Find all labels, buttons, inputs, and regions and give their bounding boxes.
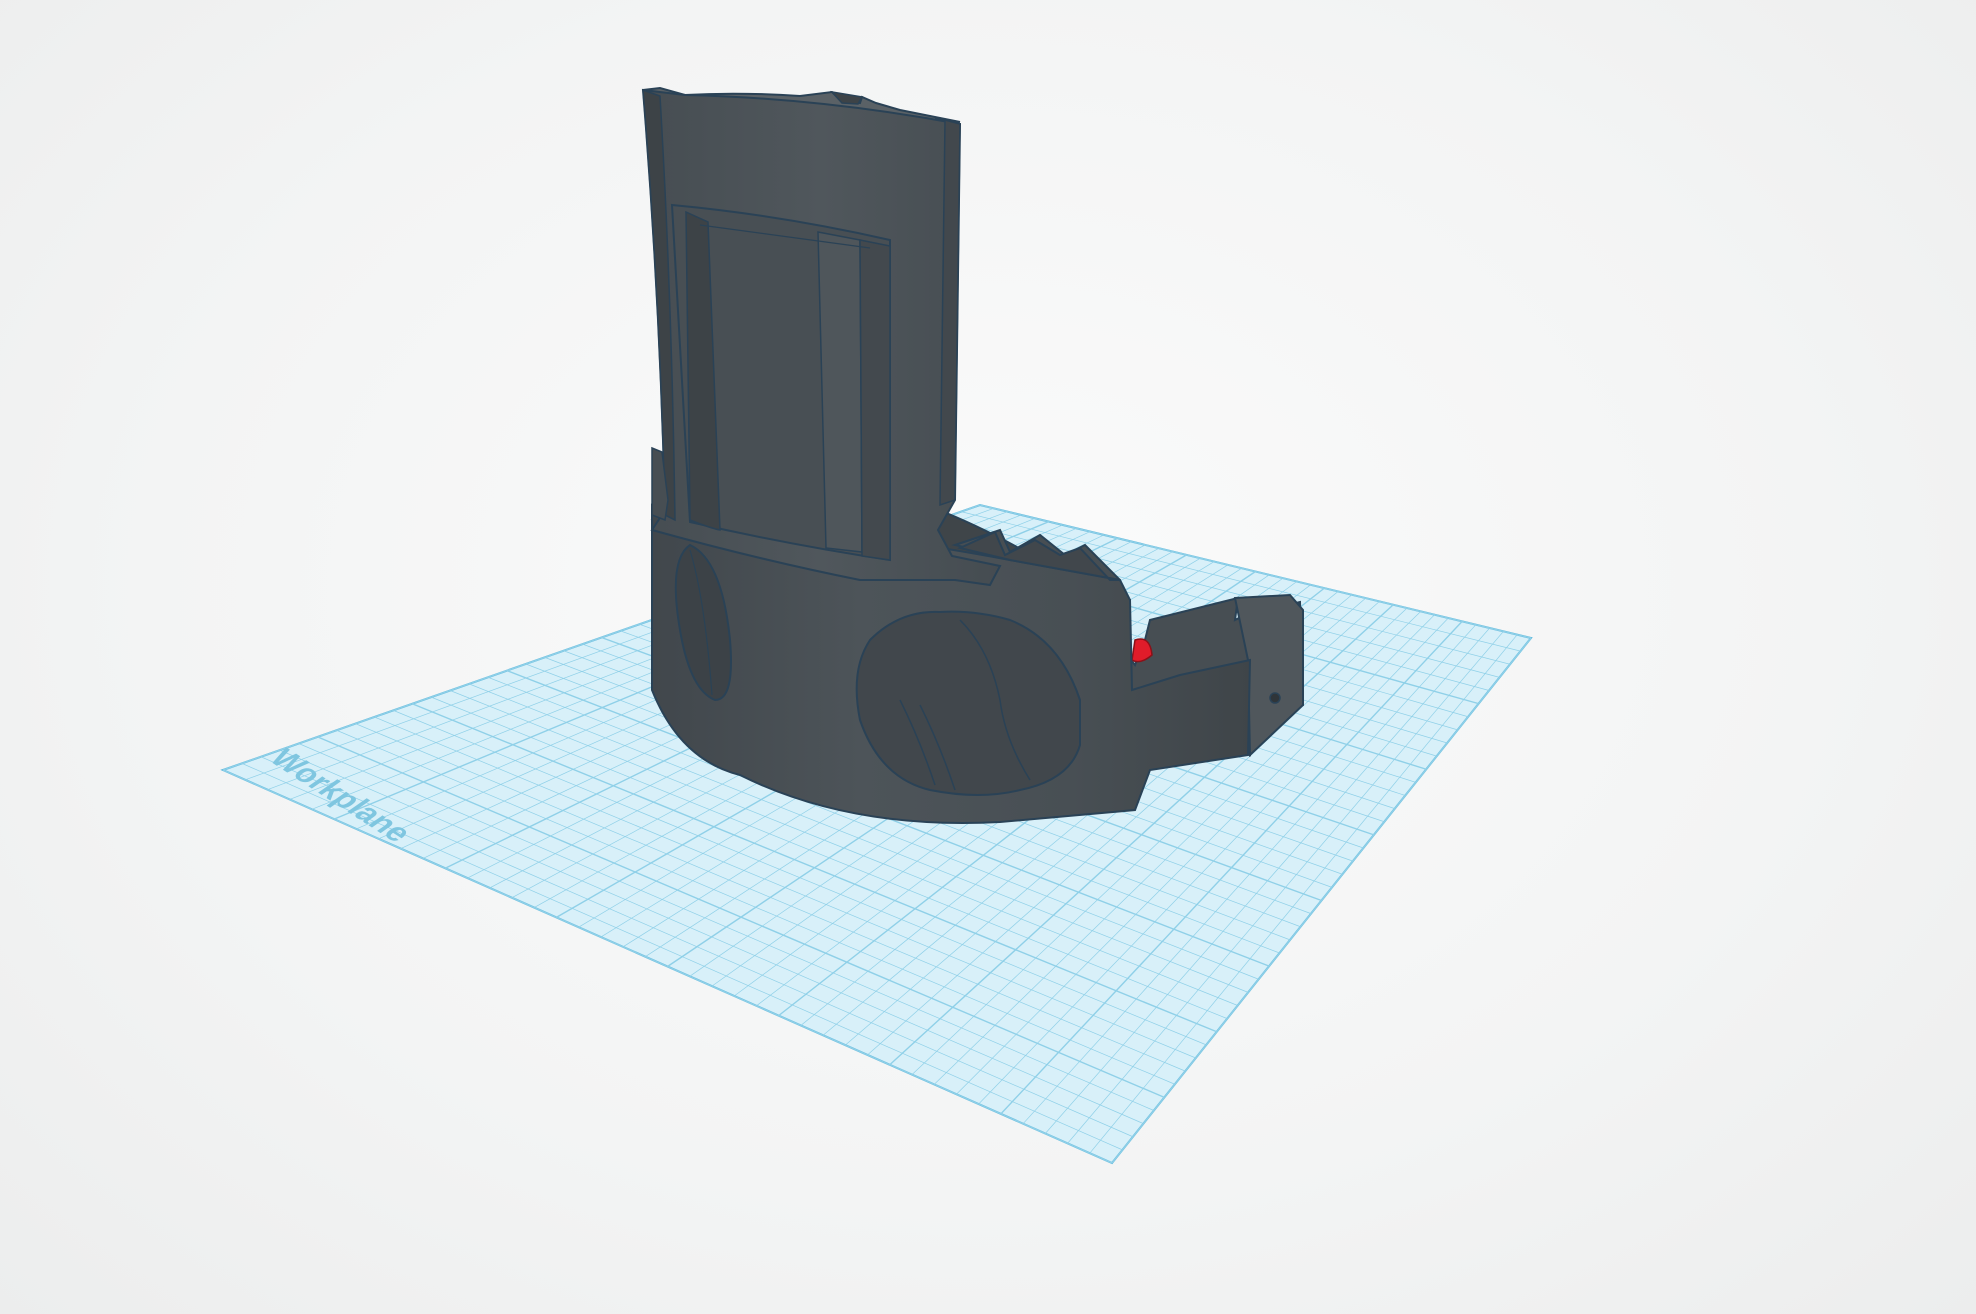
3d-viewport[interactable]: Workplane (0, 0, 1976, 1314)
tower[interactable] (641, 86, 1002, 587)
tower-panel-slot (817, 231, 863, 553)
scene-canvas[interactable]: Workplane (0, 0, 1976, 1314)
3d-model-part[interactable] (641, 86, 1305, 825)
screw-hole[interactable] (1269, 692, 1281, 704)
